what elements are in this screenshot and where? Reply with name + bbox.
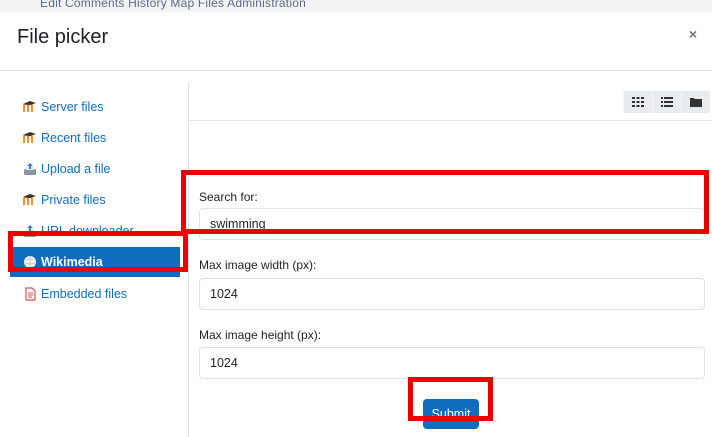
sidebar-item-label: Private files — [41, 193, 106, 207]
max-height-label: Max image height (px): — [199, 328, 322, 342]
upload-icon — [24, 163, 36, 175]
search-input[interactable] — [199, 208, 705, 240]
view-switcher — [623, 91, 710, 113]
max-width-input[interactable] — [199, 278, 705, 310]
sidebar-item-label: Upload a file — [41, 162, 111, 176]
folder-view-icon — [690, 98, 702, 107]
close-icon[interactable]: × — [689, 26, 697, 42]
background-menu: Edit Comments History Map Files Administ… — [40, 0, 306, 10]
file-picker-dialog: File picker × Server files Recent files … — [0, 12, 712, 437]
list-view-button[interactable] — [652, 91, 681, 113]
max-width-label: Max image width (px): — [199, 258, 317, 272]
moodle-icon — [23, 194, 36, 205]
folder-view-button[interactable] — [681, 91, 710, 113]
submit-button[interactable]: Submit — [423, 399, 479, 429]
search-label: Search for: — [199, 190, 258, 204]
grid-view-icon — [632, 97, 644, 107]
sidebar-item-url-downloader[interactable]: URL downloader — [10, 216, 180, 246]
sidebar-item-label: Server files — [41, 100, 104, 114]
dialog-header: File picker × — [0, 12, 712, 71]
sidebar-item-label: URL downloader — [41, 224, 134, 238]
upload-icon — [24, 225, 36, 237]
sidebar-item-upload-a-file[interactable]: Upload a file — [10, 154, 180, 184]
view-toolbar — [189, 82, 712, 121]
list-view-icon — [661, 97, 673, 107]
sidebar-item-label: Recent files — [41, 131, 107, 145]
grid-view-button[interactable] — [623, 91, 652, 113]
sidebar-item-private-files[interactable]: Private files — [10, 185, 180, 215]
sidebar-item-server-files[interactable]: Server files — [10, 92, 180, 122]
moodle-icon — [23, 101, 36, 112]
sidebar-item-embedded-files[interactable]: Embedded files — [10, 279, 180, 309]
wikimedia-globe-icon — [24, 256, 36, 268]
sidebar-item-recent-files[interactable]: Recent files — [10, 123, 180, 153]
moodle-icon — [23, 132, 36, 143]
repository-sidebar: Server files Recent files Upload a file … — [10, 82, 188, 437]
sidebar-item-wikimedia[interactable]: Wikimedia — [10, 247, 180, 277]
repository-content: Search for: Max image width (px): Max im… — [188, 82, 712, 437]
sidebar-item-label: Embedded files — [41, 287, 128, 301]
dialog-title: File picker — [17, 26, 109, 48]
sidebar-item-label: Wikimedia — [41, 255, 103, 269]
document-icon — [25, 287, 36, 301]
max-height-input[interactable] — [199, 347, 705, 379]
